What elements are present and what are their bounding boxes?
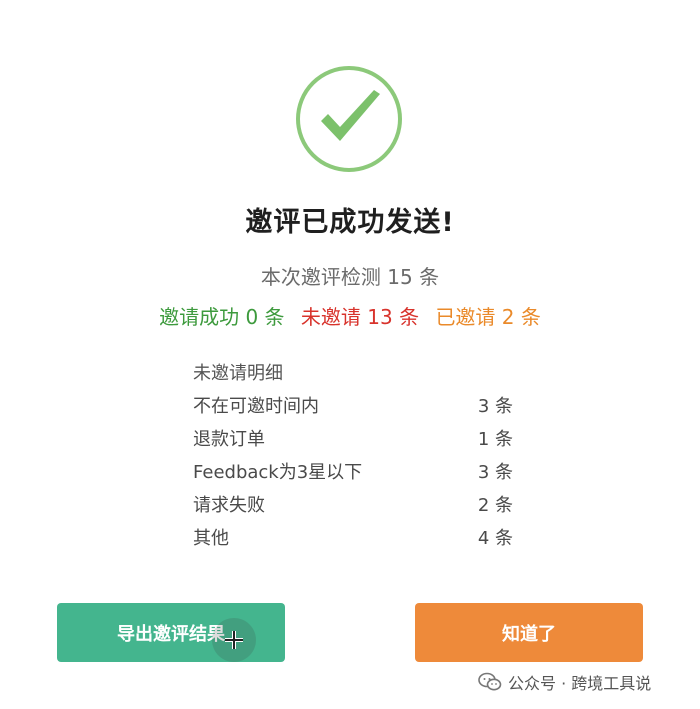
detail-label: Feedback为3星以下 (193, 462, 363, 483)
export-results-button[interactable]: 导出邀评结果 (57, 603, 285, 662)
detail-row: 不在可邀时间内 3 条 (193, 395, 523, 428)
detail-label: 其他 (193, 528, 229, 549)
detail-count: 3 条 (477, 396, 513, 417)
detection-summary: 本次邀评检测 15 条 (260, 265, 440, 289)
detail-count: 1 条 (477, 429, 513, 450)
detail-count: 2 条 (477, 495, 513, 516)
detail-row: Feedback为3星以下 3 条 (193, 461, 523, 494)
check-circle-icon (296, 66, 402, 172)
detail-row: 退款订单 1 条 (193, 428, 523, 461)
detail-row: 其他 4 条 (193, 527, 523, 560)
stat-success: 邀请成功 0 条 (159, 305, 285, 329)
not-invited-detail: 未邀请明细 不在可邀时间内 3 条 退款订单 1 条 Feedback为3星以下… (193, 362, 523, 560)
detail-label: 不在可邀时间内 (193, 396, 319, 417)
stat-already-invited: 已邀请 2 条 (435, 305, 541, 329)
stat-not-invited: 未邀请 13 条 (300, 305, 420, 329)
dialog-title: 邀评已成功发送! (245, 207, 455, 238)
watermark-text: 公众号 · 跨境工具说 (508, 674, 652, 693)
got-it-button[interactable]: 知道了 (415, 603, 643, 662)
watermark: 公众号 · 跨境工具说 (478, 670, 651, 694)
detail-row: 请求失败 2 条 (193, 494, 523, 527)
invite-stats: 邀请成功 0 条 未邀请 13 条 已邀请 2 条 (0, 301, 700, 330)
invite-result-dialog: 邀评已成功发送! 本次邀评检测 15 条 邀请成功 0 条 未邀请 13 条 已… (0, 0, 700, 709)
detail-count: 4 条 (477, 528, 513, 549)
detail-count: 3 条 (477, 462, 513, 483)
detail-heading: 未邀请明细 (193, 363, 283, 384)
detail-label: 请求失败 (193, 495, 265, 516)
detail-label: 退款订单 (193, 429, 265, 450)
wechat-icon (478, 672, 502, 691)
